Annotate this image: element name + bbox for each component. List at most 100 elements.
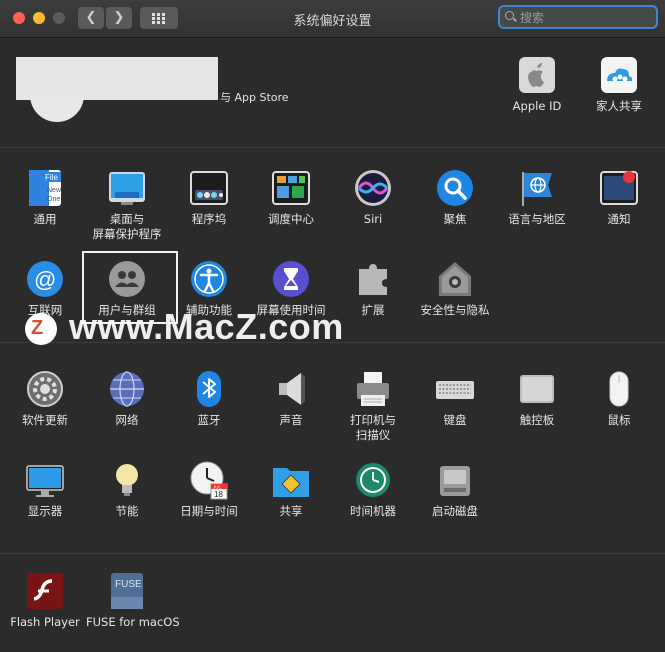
pref-dock[interactable]: 程序坞 [168, 168, 250, 227]
pref-energy-saver[interactable]: 节能 [86, 460, 168, 519]
trackpad-icon [517, 369, 557, 409]
pref-fuse[interactable]: FUSE FUSE for macOS [86, 571, 180, 630]
network-icon [107, 369, 147, 409]
pref-desktop-screensaver[interactable]: 桌面与 屏幕保护程序 [86, 168, 168, 242]
software-update-icon [25, 369, 65, 409]
printers-scanners-label: 打印机与 扫描仪 [350, 413, 396, 442]
desktop-screensaver-icon [107, 168, 147, 208]
siri-label: Siri [363, 212, 383, 226]
pref-sound[interactable]: 声音 [250, 369, 332, 428]
software-update-label: 软件更新 [22, 413, 68, 427]
energy-saver-label: 节能 [115, 504, 139, 518]
bluetooth-label: 蓝牙 [197, 413, 221, 427]
pref-date-time[interactable]: JUL 18 日期与时间 [168, 460, 250, 519]
fuse-icon: FUSE [107, 571, 147, 611]
search-input[interactable] [518, 9, 652, 27]
mission-control-icon [271, 168, 311, 208]
time-machine-label: 时间机器 [350, 504, 396, 518]
watermark: Z www.MacZ.com [25, 306, 385, 352]
pref-startup-disk[interactable]: 启动磁盘 [414, 460, 496, 519]
section-divider [0, 553, 665, 554]
sound-icon [271, 369, 311, 409]
mouse-icon [599, 369, 639, 409]
startup-disk-icon [435, 460, 475, 500]
sharing-icon [271, 460, 311, 500]
family-sharing-label: 家人共享 [596, 99, 642, 113]
fuse-text: FUSE [115, 579, 142, 590]
title-bar: ❮ ❯ 系统偏好设置 [0, 0, 665, 38]
apple-id-icon [517, 55, 557, 95]
time-machine-icon [353, 460, 393, 500]
startup-disk-label: 启动磁盘 [432, 504, 478, 518]
search-icon [505, 11, 514, 20]
network-label: 网络 [115, 413, 139, 427]
pref-language-region[interactable]: 语言与地区 [496, 168, 578, 227]
cal-day-label: 18 [214, 490, 223, 499]
pref-bluetooth[interactable]: 蓝牙 [168, 369, 250, 428]
desktop-screensaver-label: 桌面与 屏幕保护程序 [92, 212, 162, 241]
language-region-icon [517, 168, 557, 208]
fuse-label: FUSE for macOS [86, 615, 180, 629]
pref-displays[interactable]: 显示器 [4, 460, 86, 519]
date-time-icon: JUL 18 [189, 460, 229, 500]
pref-software-update[interactable]: 软件更新 [4, 369, 86, 428]
pref-spotlight[interactable]: 聚焦 [414, 168, 496, 227]
flash-player-icon [25, 571, 65, 611]
account-name-redacted [16, 57, 218, 100]
watermark-text: www.MacZ.com [69, 306, 344, 347]
internet-accounts-icon: @ [25, 259, 65, 299]
printer-scanner-icon [353, 369, 393, 409]
avatar[interactable] [30, 95, 84, 122]
pref-sharing[interactable]: 共享 [250, 460, 332, 519]
extensions-icon [353, 259, 393, 299]
energy-saver-icon [107, 460, 147, 500]
pref-siri[interactable]: Siri [332, 168, 414, 227]
watermark-logo-letter: Z [31, 317, 44, 339]
pref-time-machine[interactable]: 时间机器 [332, 460, 414, 519]
family-sharing-icon [599, 55, 639, 95]
date-time-label: 日期与时间 [180, 504, 238, 518]
pref-printers-scanners[interactable]: 打印机与 扫描仪 [332, 369, 414, 443]
siri-icon [353, 168, 393, 208]
mission-control-label: 调度中心 [268, 212, 314, 226]
general-icon: File New One [25, 168, 65, 208]
spotlight-label: 聚焦 [443, 212, 467, 226]
mouse-label: 鼠标 [607, 413, 631, 427]
pref-notifications[interactable]: 通知 [578, 168, 660, 227]
pref-mission-control[interactable]: 调度中心 [250, 168, 332, 227]
language-region-label: 语言与地区 [508, 212, 566, 226]
spotlight-icon [435, 168, 475, 208]
pref-general[interactable]: File New One 通用 [4, 168, 86, 227]
dock-label: 程序坞 [191, 212, 227, 226]
svg-text:@: @ [34, 267, 56, 292]
apple-id-label: Apple ID [512, 99, 562, 113]
pref-keyboard[interactable]: 键盘 [414, 369, 496, 428]
pref-network[interactable]: 网络 [86, 369, 168, 428]
flash-player-label: Flash Player [10, 615, 80, 629]
pref-security-privacy[interactable]: 安全性与隐私 [414, 259, 496, 318]
bluetooth-icon [189, 369, 229, 409]
one-label: One [47, 196, 60, 203]
keyboard-label: 键盘 [443, 413, 467, 427]
pref-apple-id[interactable]: Apple ID [496, 55, 578, 114]
notifications-icon [599, 168, 639, 208]
sound-label: 声音 [279, 413, 303, 427]
account-store-label: 与 App Store [220, 91, 289, 104]
notifications-label: 通知 [607, 212, 631, 226]
displays-icon [25, 460, 65, 500]
general-label: 通用 [33, 212, 57, 226]
keyboard-icon [435, 369, 475, 409]
sharing-label: 共享 [279, 504, 303, 518]
cal-month-label: JUL [213, 485, 221, 490]
watermark-logo: Z [25, 313, 57, 345]
displays-label: 显示器 [27, 504, 63, 518]
pref-mouse[interactable]: 鼠标 [578, 369, 660, 428]
pref-trackpad[interactable]: 触控板 [496, 369, 578, 428]
pref-flash-player[interactable]: Flash Player [4, 571, 86, 630]
new-label: New [47, 187, 62, 194]
pref-family-sharing[interactable]: 家人共享 [578, 55, 660, 114]
dock-icon [189, 168, 229, 208]
screen-time-icon [271, 259, 311, 299]
search-field[interactable] [498, 5, 658, 29]
file-label: File [45, 173, 58, 182]
